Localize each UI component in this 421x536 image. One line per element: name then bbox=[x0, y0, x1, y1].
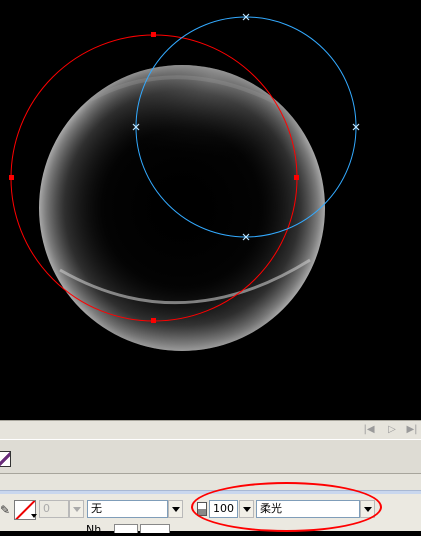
stroke-weight-field[interactable]: 0 bbox=[39, 500, 69, 518]
blend-mode-select[interactable]: 柔光 bbox=[256, 500, 360, 518]
blend-mode-dropdown[interactable] bbox=[360, 500, 375, 518]
step-back-icon[interactable]: |◀ bbox=[362, 423, 376, 437]
extra-field-2[interactable] bbox=[140, 524, 170, 533]
anchor-point[interactable] bbox=[151, 32, 156, 37]
extra-field[interactable] bbox=[114, 524, 138, 533]
stroke-style-dropdown[interactable] bbox=[168, 500, 183, 518]
chevron-down-icon bbox=[31, 514, 37, 518]
properties-panel: ✎ 0 无 100 柔光 Nh bbox=[0, 494, 421, 536]
anchor-point[interactable] bbox=[294, 175, 299, 180]
alpha-dropdown[interactable] bbox=[239, 500, 254, 518]
anchor-point[interactable] bbox=[9, 175, 14, 180]
timeline-controls: |◀ ▷ ▶| bbox=[0, 420, 421, 439]
alpha-field[interactable]: 100 bbox=[209, 500, 238, 518]
stroke-style-select[interactable]: 无 bbox=[87, 500, 168, 518]
pencil-icon: ✎ bbox=[0, 503, 11, 517]
stage-artwork bbox=[9, 13, 360, 400]
play-icon[interactable]: ▷ bbox=[385, 423, 399, 437]
color-swatch-icon[interactable] bbox=[0, 451, 11, 467]
stroke-weight-dropdown[interactable] bbox=[69, 500, 84, 518]
step-forward-icon[interactable]: ▶| bbox=[405, 423, 419, 437]
anchor-point[interactable] bbox=[151, 318, 156, 323]
toolbar-row bbox=[0, 439, 421, 474]
extra-label: Nh bbox=[86, 523, 102, 536]
drawing-canvas[interactable] bbox=[0, 0, 421, 420]
alpha-icon bbox=[197, 502, 207, 516]
bubble-shape[interactable] bbox=[32, 50, 332, 400]
